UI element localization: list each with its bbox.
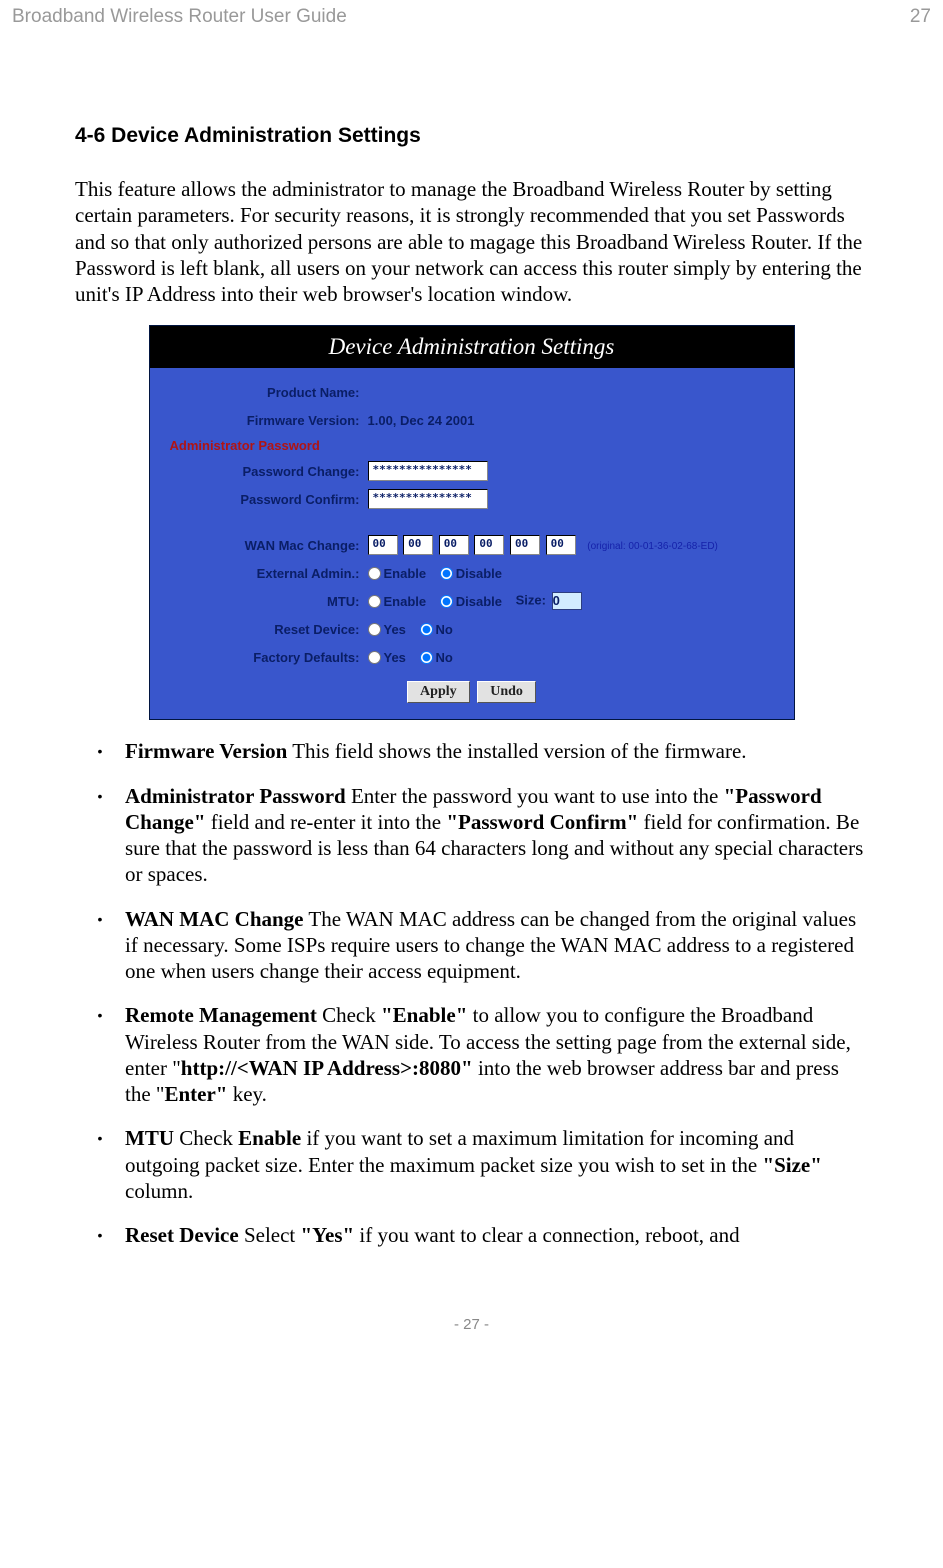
page-content: 4-6 Device Administration Settings This … xyxy=(0,34,943,1286)
bullet-list: • Firmware Version This field shows the … xyxy=(75,738,868,1248)
list-item: • Remote Management Check "Enable" to al… xyxy=(75,1002,868,1107)
external-admin-label: External Admin.: xyxy=(170,566,368,581)
list-item: • Administrator Password Enter the passw… xyxy=(75,783,868,888)
mtu-enable-label: Enable xyxy=(384,594,427,609)
password-confirm-label: Password Confirm: xyxy=(170,492,368,507)
bullet-icon: • xyxy=(75,906,125,985)
mtu-disable-radio[interactable] xyxy=(440,595,453,608)
external-admin-disable-radio[interactable] xyxy=(440,567,453,580)
list-item: • Firmware Version This field shows the … xyxy=(75,738,868,764)
remote-management-bold: Remote Management xyxy=(125,1003,317,1027)
wan-mac-input-2[interactable]: 00 xyxy=(439,535,469,555)
reset-no-label: No xyxy=(436,622,453,637)
apply-button[interactable]: Apply xyxy=(407,681,470,703)
product-name-label: Product Name: xyxy=(170,385,368,400)
screenshot-title: Device Administration Settings xyxy=(150,326,794,368)
factory-yes-radio[interactable] xyxy=(368,651,381,664)
wan-mac-input-5[interactable]: 00 xyxy=(546,535,576,555)
admin-password-bold: Administrator Password xyxy=(125,784,346,808)
firmware-version-bold: Firmware Version xyxy=(125,739,287,763)
reset-device-label: Reset Device: xyxy=(170,622,368,637)
wan-mac-input-1[interactable]: 00 xyxy=(403,535,433,555)
mtu-enable-radio[interactable] xyxy=(368,595,381,608)
reset-yes-label: Yes xyxy=(384,622,406,637)
wan-mac-input-3[interactable]: 00 xyxy=(474,535,504,555)
wan-mac-original-hint: (original: 00-01-36-02-68-ED) xyxy=(587,541,718,552)
page-number: 27 xyxy=(910,6,931,28)
wan-mac-bold: WAN MAC Change xyxy=(125,907,304,931)
admin-password-header: Administrator Password xyxy=(170,434,774,457)
bullet-icon: • xyxy=(75,1222,125,1248)
list-item: • WAN MAC Change The WAN MAC address can… xyxy=(75,906,868,985)
page-footer: - 27 - xyxy=(0,1286,943,1343)
factory-defaults-label: Factory Defaults: xyxy=(170,650,368,665)
section-title: 4-6 Device Administration Settings xyxy=(75,124,868,148)
reset-device-bold: Reset Device xyxy=(125,1223,239,1247)
undo-button[interactable]: Undo xyxy=(477,681,536,703)
external-admin-enable-radio[interactable] xyxy=(368,567,381,580)
factory-yes-label: Yes xyxy=(384,650,406,665)
bullet-icon: • xyxy=(75,738,125,764)
wan-mac-input-4[interactable]: 00 xyxy=(510,535,540,555)
mtu-size-input[interactable]: 0 xyxy=(552,592,582,610)
factory-no-radio[interactable] xyxy=(420,651,433,664)
bullet-icon: • xyxy=(75,1002,125,1107)
wan-mac-label: WAN Mac Change: xyxy=(170,538,368,553)
disable-label: Disable xyxy=(456,566,502,581)
enable-label: Enable xyxy=(384,566,427,581)
device-admin-screenshot: Device Administration Settings Product N… xyxy=(149,325,795,720)
page-header: Broadband Wireless Router User Guide 27 xyxy=(0,0,943,34)
mtu-label: MTU: xyxy=(170,594,368,609)
doc-title: Broadband Wireless Router User Guide xyxy=(12,6,347,28)
bullet-icon: • xyxy=(75,1125,125,1204)
bullet-icon: • xyxy=(75,783,125,888)
mtu-size-label: Size: xyxy=(516,593,546,608)
firmware-version-label: Firmware Version: xyxy=(170,413,368,428)
wan-mac-input-0[interactable]: 00 xyxy=(368,535,398,555)
intro-paragraph: This feature allows the administrator to… xyxy=(75,176,868,307)
password-change-input[interactable]: *************** xyxy=(368,461,488,481)
password-change-label: Password Change: xyxy=(170,464,368,479)
list-item: • Reset Device Select "Yes" if you want … xyxy=(75,1222,868,1248)
mtu-disable-label: Disable xyxy=(456,594,502,609)
firmware-version-text: This field shows the installed version o… xyxy=(287,739,746,763)
firmware-version-value: 1.00, Dec 24 2001 xyxy=(368,413,774,428)
mtu-bold: MTU xyxy=(125,1126,174,1150)
reset-yes-radio[interactable] xyxy=(368,623,381,636)
factory-no-label: No xyxy=(436,650,453,665)
password-confirm-input[interactable]: *************** xyxy=(368,489,488,509)
list-item: • MTU Check Enable if you want to set a … xyxy=(75,1125,868,1204)
reset-no-radio[interactable] xyxy=(420,623,433,636)
